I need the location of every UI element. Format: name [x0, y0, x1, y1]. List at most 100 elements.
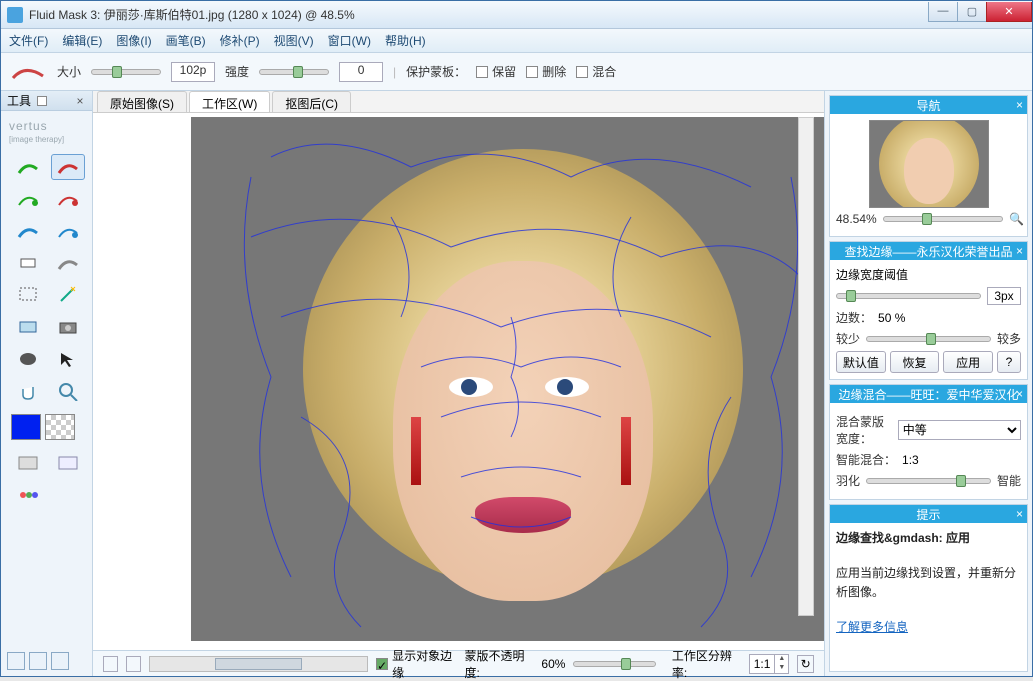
view-tabs: 原始图像(S) 工作区(W) 抠图后(C) [93, 91, 824, 113]
canvas[interactable] [191, 117, 824, 641]
navigator-thumbnail[interactable] [869, 120, 989, 208]
app-icon [7, 7, 23, 23]
tools-panel-header: 工具 × [1, 91, 92, 111]
edge-blend-panel: 边缘混合——旺旺：爱中华爱汉化× 混合蒙版宽度： 中等 智能混合： 1:3 羽化… [829, 384, 1028, 500]
snapshot-tool[interactable] [51, 314, 85, 340]
chk-blend[interactable]: 混合 [576, 63, 616, 80]
view-mode-1[interactable] [7, 652, 25, 670]
window-buttons: — ▢ ✕ [929, 2, 1032, 22]
edge-blend-close-icon[interactable]: × [1016, 387, 1023, 401]
tip-body: 应用当前边缘找到设置，并重新分析图像。 [836, 566, 1016, 599]
canvas-wrap [93, 113, 824, 650]
size-slider[interactable] [91, 69, 161, 75]
menu-file[interactable]: 文件(F) [9, 32, 48, 49]
menu-edit[interactable]: 编辑(E) [62, 32, 102, 49]
resolution-spinner[interactable]: 1:1▲▼ [749, 654, 790, 674]
navigator-close-icon[interactable]: × [1016, 98, 1023, 112]
vertical-scrollbar[interactable] [798, 117, 814, 616]
keep-brush-tool[interactable] [11, 154, 45, 180]
actual-button[interactable] [126, 656, 141, 672]
view-mode-2[interactable] [29, 652, 47, 670]
tab-workspace[interactable]: 工作区(W) [189, 91, 270, 112]
app-window: Fluid Mask 3: 伊丽莎·库斯伯特01.jpg (1280 x 102… [0, 0, 1033, 677]
workspace-save-tool[interactable] [11, 450, 45, 476]
feather-slider[interactable] [866, 478, 991, 484]
strength-label: 强度 [225, 63, 249, 80]
delete-local-tool[interactable] [51, 186, 85, 212]
edge-more-label: 较多 [997, 330, 1021, 347]
patch-tool[interactable] [11, 314, 45, 340]
magic-wand-tool[interactable] [51, 282, 85, 308]
feather-label: 羽化 [836, 472, 860, 489]
navigator-panel: 导航 × 48.54% 🔍 [829, 95, 1028, 237]
zoom-in-icon[interactable]: 🔍 [1009, 212, 1021, 226]
smart-blend-value: 1:3 [902, 453, 919, 467]
refresh-button[interactable]: ↻ [797, 655, 814, 673]
default-button[interactable]: 默认值 [836, 351, 886, 373]
delete-brush-tool[interactable] [51, 154, 85, 180]
foreground-swatch[interactable] [11, 414, 41, 440]
hand-tool[interactable] [11, 378, 45, 404]
tip-close-icon[interactable]: × [1016, 507, 1023, 521]
maximize-button[interactable]: ▢ [957, 2, 987, 22]
reset-button[interactable]: 恢复 [890, 351, 940, 373]
edge-find-title: 查找边缘——永乐汉化荣誉出品 [844, 243, 1012, 260]
tab-cutout[interactable]: 抠图后(C) [272, 91, 351, 112]
feather-smart-label: 智能 [997, 472, 1021, 489]
size-field[interactable]: 102p [171, 62, 215, 82]
menu-help[interactable]: 帮助(H) [385, 32, 426, 49]
pin-icon[interactable] [37, 96, 47, 106]
threshold-value[interactable]: 3px [987, 287, 1021, 305]
protect-label: 保护蒙板： [406, 63, 466, 80]
arrow-tool[interactable] [51, 346, 85, 372]
mask-opacity-slider[interactable] [573, 661, 655, 667]
marquee-tool[interactable] [11, 282, 45, 308]
menu-image[interactable]: 图像(I) [116, 32, 151, 49]
horizontal-scrollbar[interactable] [149, 656, 369, 672]
eraser-tool[interactable] [11, 250, 45, 276]
close-button[interactable]: ✕ [986, 2, 1032, 22]
zoom-value: 48.54% [836, 212, 877, 226]
minimize-button[interactable]: — [928, 2, 958, 22]
keep-local-tool[interactable] [11, 186, 45, 212]
navigator-title: 导航 [916, 97, 940, 114]
menu-patch[interactable]: 修补(P) [220, 32, 260, 49]
smart-blend-label: 智能混合： [836, 451, 896, 468]
edge-count-label: 边数： [836, 309, 872, 326]
menu-window[interactable]: 窗口(W) [328, 32, 371, 49]
blend-brush-tool[interactable] [11, 218, 45, 244]
tab-original[interactable]: 原始图像(S) [97, 91, 187, 112]
zoom-slider[interactable] [883, 216, 1003, 222]
palette-tool[interactable] [11, 482, 45, 508]
panel-close-icon[interactable]: × [74, 94, 86, 108]
blend-width-combo[interactable]: 中等 [898, 420, 1021, 440]
chk-keep[interactable]: 保留 [476, 63, 516, 80]
show-edges-checkbox[interactable]: ✓显示对象边缘 [376, 647, 456, 681]
edge-find-panel: 查找边缘——永乐汉化荣誉出品× 边缘宽度阈值 3px 边数： 50 % 较少 较 [829, 241, 1028, 380]
zoom-tool[interactable] [51, 378, 85, 404]
background-swatch[interactable] [45, 414, 75, 440]
menu-view[interactable]: 视图(V) [274, 32, 314, 49]
mask-opacity-value: 60% [541, 657, 565, 671]
color-sample-tool[interactable] [11, 346, 45, 372]
help-button[interactable]: ? [997, 351, 1021, 373]
workspace-load-tool[interactable] [51, 450, 85, 476]
blend-exact-tool[interactable] [51, 218, 85, 244]
menu-brush[interactable]: 画笔(B) [166, 32, 206, 49]
threshold-slider[interactable] [836, 293, 981, 299]
view-mode-3[interactable] [51, 652, 69, 670]
tip-link[interactable]: 了解更多信息 [836, 620, 908, 634]
edge-count-value: 50 % [878, 311, 905, 325]
chk-delete[interactable]: 删除 [526, 63, 566, 80]
tools-panel: 工具 × vertus[image therapy] [1, 91, 93, 676]
tip-title: 提示 [916, 506, 940, 523]
edge-overlay [191, 117, 824, 641]
apply-button[interactable]: 应用 [943, 351, 993, 373]
tip-heading: 边缘查找&gmdash: 应用 [836, 531, 970, 545]
edge-count-slider[interactable] [866, 336, 991, 342]
fit-button[interactable] [103, 656, 118, 672]
clean-brush-tool[interactable] [51, 250, 85, 276]
strength-field[interactable]: 0 [339, 62, 383, 82]
strength-slider[interactable] [259, 69, 329, 75]
edge-find-close-icon[interactable]: × [1016, 244, 1023, 258]
